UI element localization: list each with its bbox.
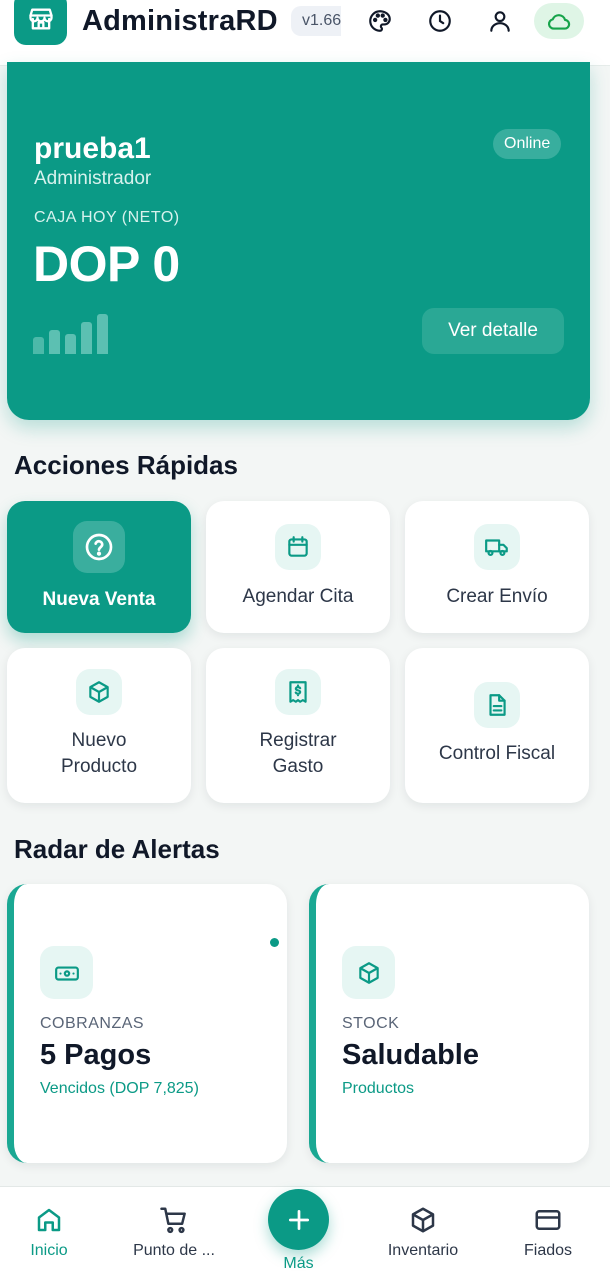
- alert-value: Saludable: [342, 1039, 479, 1071]
- nav-label: Fiados: [523, 1242, 573, 1259]
- bottom-navigation: Inicio Punto de ... Más Inventario Fiado…: [0, 1186, 610, 1284]
- notification-dot: [270, 938, 279, 947]
- collections-alert-card[interactable]: COBRANZAS 5 Pagos Vencidos (DOP 7,825): [7, 884, 287, 1163]
- credit-card-icon: [531, 1203, 565, 1237]
- alert-category: COBRANZAS: [40, 1015, 145, 1032]
- nav-label: Inventario: [387, 1242, 459, 1259]
- quick-action-label: Registrar Gasto: [259, 730, 337, 777]
- nav-label-more: Más: [283, 1255, 314, 1272]
- nav-item-home[interactable]: Inicio: [10, 1187, 88, 1284]
- app-title: AdministraRD: [82, 5, 278, 37]
- fiscal-control-button[interactable]: Control Fiscal: [405, 648, 589, 803]
- bars-chart-icon: [33, 312, 113, 354]
- cart-icon: [157, 1203, 191, 1237]
- document-icon: [474, 682, 520, 728]
- create-shipment-button[interactable]: Crear Envío: [405, 501, 589, 633]
- nav-item-inventory[interactable]: Inventario: [378, 1187, 468, 1284]
- nav-label: Inicio: [30, 1242, 68, 1259]
- store-icon[interactable]: [14, 0, 67, 45]
- plus-icon: [288, 1209, 309, 1230]
- nav-label: Punto de ...: [133, 1242, 215, 1259]
- quick-action-label: Nueva Venta: [42, 589, 156, 610]
- more-button[interactable]: [268, 1189, 329, 1250]
- view-detail-button[interactable]: Ver detalle: [422, 308, 564, 354]
- truck-icon: [474, 524, 520, 570]
- schedule-appointment-button[interactable]: Agendar Cita: [206, 501, 390, 633]
- calendar-icon: [275, 524, 321, 570]
- alerts-title: Radar de Alertas: [14, 834, 220, 864]
- receipt-icon: [275, 669, 321, 715]
- quick-action-label: Agendar Cita: [242, 586, 354, 607]
- cash-summary-card: prueba1 Administrador Online CAJA HOY (N…: [7, 62, 590, 420]
- app-header: AdministraRD v1.66: [0, 0, 610, 66]
- user-role: Administrador: [34, 168, 152, 189]
- quick-action-label: Nuevo Producto: [60, 730, 138, 777]
- palette-icon[interactable]: [365, 6, 395, 36]
- user-name: prueba1: [34, 132, 151, 165]
- user-icon[interactable]: [485, 6, 515, 36]
- nav-item-credits[interactable]: Fiados: [510, 1187, 586, 1284]
- clock-icon[interactable]: [425, 6, 455, 36]
- alert-category: STOCK: [342, 1015, 400, 1032]
- stock-alert-card[interactable]: STOCK Saludable Productos: [309, 884, 589, 1163]
- alert-subtitle: Vencidos (DOP 7,825): [40, 1080, 199, 1097]
- alert-value: 5 Pagos: [40, 1039, 152, 1071]
- new-product-button[interactable]: Nuevo Producto: [7, 648, 191, 803]
- quick-action-label: Control Fiscal: [438, 743, 556, 764]
- cash-label: CAJA HOY (NETO): [34, 209, 180, 226]
- alert-subtitle: Productos: [342, 1080, 415, 1097]
- money-icon: [40, 946, 93, 999]
- cloud-icon[interactable]: [534, 3, 584, 39]
- status-badge: Online: [493, 129, 562, 159]
- box-icon: [342, 946, 395, 999]
- register-expense-button[interactable]: Registrar Gasto: [206, 648, 390, 803]
- box-icon: [76, 669, 122, 715]
- version-badge: v1.66: [291, 6, 341, 36]
- help-circle-icon: [73, 521, 125, 573]
- home-icon: [32, 1203, 66, 1237]
- nav-item-pos[interactable]: Punto de ...: [122, 1187, 226, 1284]
- quick-actions-title: Acciones Rápidas: [14, 450, 238, 480]
- cash-value: DOP 0: [33, 236, 180, 292]
- new-sale-button[interactable]: Nueva Venta: [7, 501, 191, 633]
- quick-action-label: Crear Envío: [446, 586, 548, 607]
- box-icon: [406, 1203, 440, 1237]
